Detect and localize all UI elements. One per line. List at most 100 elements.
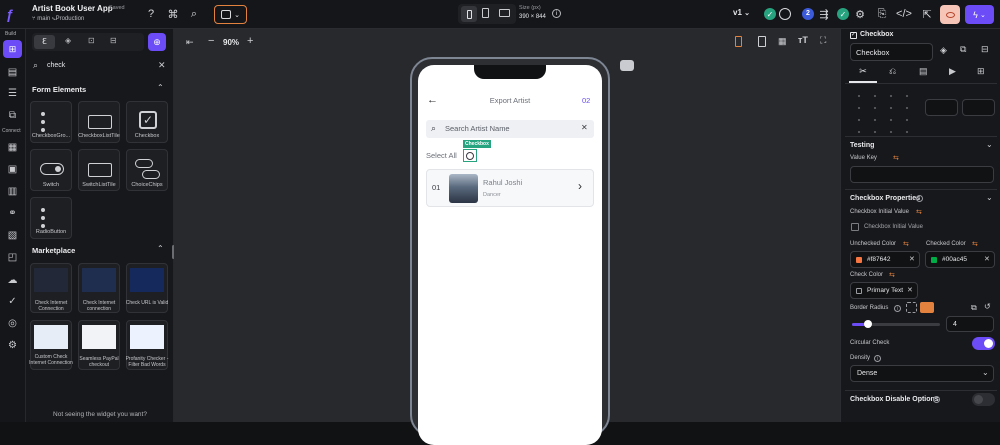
clear-icon[interactable]: ✕ bbox=[909, 255, 915, 263]
widget-search-bar[interactable]: ⌕ check ✕ bbox=[30, 59, 170, 75]
widget-search-input[interactable]: check bbox=[47, 62, 65, 69]
custom-code-icon[interactable]: ⚭ bbox=[5, 207, 20, 220]
widget-name-field[interactable]: Checkbox bbox=[850, 43, 933, 61]
testing-title[interactable]: Testing bbox=[850, 142, 874, 149]
artist-card[interactable]: 01 Rahul Joshi Dancer › bbox=[426, 169, 594, 207]
widget-selector-button[interactable]: ⌄ bbox=[214, 5, 247, 24]
clear-icon[interactable]: ✕ bbox=[984, 255, 990, 263]
tab-properties[interactable]: ✂ bbox=[849, 66, 877, 83]
variable-icon[interactable]: ⇆ bbox=[893, 154, 899, 162]
padding-input-left[interactable] bbox=[925, 99, 958, 116]
disable-options-title[interactable]: Checkbox Disable Options bbox=[850, 396, 939, 403]
comments-icon[interactable] bbox=[779, 8, 791, 20]
theme-icon[interactable]: ◰ bbox=[5, 251, 20, 264]
widget-tree-icon[interactable]: ⊟ bbox=[981, 44, 989, 55]
clear-search-icon[interactable]: ✕ bbox=[581, 123, 588, 132]
size-value[interactable]: 390 × 844 bbox=[519, 14, 546, 20]
version-select[interactable]: v1 ⌄ bbox=[733, 8, 750, 17]
radius-input[interactable]: 4 bbox=[953, 321, 957, 328]
desktop-device-icon[interactable] bbox=[499, 9, 510, 17]
phone-frame-icon[interactable] bbox=[735, 36, 742, 47]
phone-device-icon[interactable] bbox=[461, 6, 477, 22]
tab-templates-icon[interactable]: ◈ bbox=[65, 36, 71, 45]
radius-corners-toggle[interactable] bbox=[920, 302, 934, 313]
tablet-device-icon[interactable] bbox=[482, 8, 489, 18]
radius-uniform-toggle[interactable] bbox=[906, 302, 917, 313]
git-icon[interactable]: ⇶ bbox=[815, 5, 833, 23]
canvas-keyboard-toggle[interactable] bbox=[620, 60, 634, 71]
marketplace-header[interactable]: Marketplace bbox=[32, 246, 75, 255]
integrations-icon[interactable]: ◎ bbox=[5, 317, 20, 330]
grid-icon[interactable]: ▦ bbox=[778, 36, 787, 47]
share-icon[interactable]: ⎘ bbox=[873, 5, 891, 23]
tests-icon[interactable]: ✓ bbox=[5, 295, 20, 308]
tab-more-icon[interactable]: ⊞ bbox=[977, 66, 985, 77]
tab-layout-icon[interactable]: ⊟ bbox=[110, 36, 117, 45]
copy-widget-icon[interactable]: ⧉ bbox=[960, 44, 966, 55]
clear-icon[interactable]: ✕ bbox=[907, 286, 913, 294]
info-icon[interactable]: i bbox=[552, 9, 561, 18]
variable-icon[interactable]: ⇆ bbox=[889, 271, 895, 279]
radius-input-field[interactable]: 4 bbox=[946, 316, 994, 332]
calculator-icon[interactable] bbox=[758, 36, 766, 47]
pages-icon[interactable]: ▤ bbox=[5, 66, 20, 79]
help-icon[interactable]: ? bbox=[142, 5, 160, 23]
code-icon[interactable]: </> bbox=[895, 5, 913, 23]
reset-icon[interactable]: ↺ bbox=[984, 302, 991, 311]
checked-color-field[interactable]: #00ac45 ✕ bbox=[925, 251, 995, 268]
command-icon[interactable]: ⌘ bbox=[164, 5, 182, 23]
zoom-out-button[interactable]: − bbox=[208, 35, 214, 47]
settings-icon[interactable]: ⚙ bbox=[5, 339, 20, 352]
widget-request-link[interactable]: Not seeing the widget you want? bbox=[26, 411, 174, 418]
chevron-down-icon[interactable]: ⌄ bbox=[986, 140, 993, 149]
info-icon[interactable]: i bbox=[874, 355, 881, 362]
check-color-field[interactable]: Primary Text ✕ bbox=[850, 282, 918, 299]
checkbox-properties-title[interactable]: Checkbox Properties bbox=[850, 195, 920, 202]
app-logo[interactable]: ƒ bbox=[6, 6, 21, 22]
tab-components-icon[interactable]: ⊡ bbox=[88, 36, 95, 45]
zoom-level[interactable]: 90% bbox=[223, 38, 239, 47]
preview-button[interactable] bbox=[940, 5, 960, 24]
widget-name-input[interactable]: Checkbox bbox=[856, 48, 889, 57]
copy-icon[interactable]: ⧉ bbox=[971, 303, 977, 313]
open-external-icon[interactable]: ⇱ bbox=[918, 5, 936, 23]
tab-widgets[interactable]: ℇ bbox=[34, 35, 55, 49]
components-icon[interactable]: ⧉ bbox=[5, 109, 20, 122]
artist-search-field[interactable]: ⌕ Search Artist Name ✕ bbox=[426, 120, 594, 138]
unchecked-color-value[interactable]: #f87642 bbox=[867, 256, 891, 263]
run-button[interactable]: ϟ ⌄ bbox=[965, 5, 994, 24]
media-icon[interactable]: ▧ bbox=[5, 229, 20, 242]
api-calls-icon[interactable]: ▥ bbox=[5, 185, 20, 198]
chevron-down-icon[interactable]: ⌄ bbox=[986, 193, 993, 202]
widget-tree-icon[interactable]: ☰ bbox=[5, 87, 20, 100]
form-elements-header[interactable]: Form Elements bbox=[32, 85, 86, 94]
alignment-grid[interactable] bbox=[851, 90, 916, 137]
tab-animations-icon[interactable]: ▶ bbox=[949, 66, 956, 77]
variable-icon[interactable]: ⇆ bbox=[972, 240, 978, 248]
tab-actions-icon[interactable]: ⎌ bbox=[889, 66, 896, 77]
initial-value-checkbox[interactable] bbox=[851, 223, 859, 231]
gem-icon[interactable]: ◈ bbox=[940, 45, 947, 56]
data-types-icon[interactable]: ▦ bbox=[5, 141, 20, 154]
info-icon[interactable]: i bbox=[916, 195, 923, 202]
info-icon[interactable]: i bbox=[933, 396, 940, 403]
variable-icon[interactable]: ⇆ bbox=[903, 240, 909, 248]
add-widget-button[interactable]: ⊕ bbox=[148, 33, 166, 51]
info-icon[interactable]: i bbox=[894, 305, 901, 312]
cloud-icon[interactable]: ☁ bbox=[5, 274, 20, 287]
circular-check-toggle[interactable] bbox=[972, 337, 995, 350]
branch-info[interactable]: ⑂ main ✎Production bbox=[32, 16, 84, 22]
checked-color-value[interactable]: #00ac45 bbox=[942, 256, 967, 263]
select-all-checkbox[interactable] bbox=[463, 149, 477, 162]
radius-slider-thumb[interactable] bbox=[864, 320, 872, 328]
radius-slider[interactable] bbox=[852, 320, 940, 328]
collapse-chevron-icon[interactable]: ⌃ bbox=[157, 83, 164, 92]
check-status-icon-2[interactable]: ✓ bbox=[837, 8, 849, 20]
value-key-field[interactable] bbox=[850, 166, 994, 183]
user-count-badge[interactable]: 2 bbox=[802, 8, 814, 20]
clear-search-icon[interactable]: ✕ bbox=[158, 60, 166, 71]
density-select[interactable]: Dense ⌄ bbox=[850, 365, 994, 382]
canvas-area[interactable]: ⇤ − 90% + ▦ ᴛT ⛶ ← Export Artist 02 ⌕ Se… bbox=[174, 29, 840, 445]
app-title[interactable]: Artist Book User App bbox=[32, 4, 113, 13]
unchecked-color-field[interactable]: #f87642 ✕ bbox=[850, 251, 920, 268]
